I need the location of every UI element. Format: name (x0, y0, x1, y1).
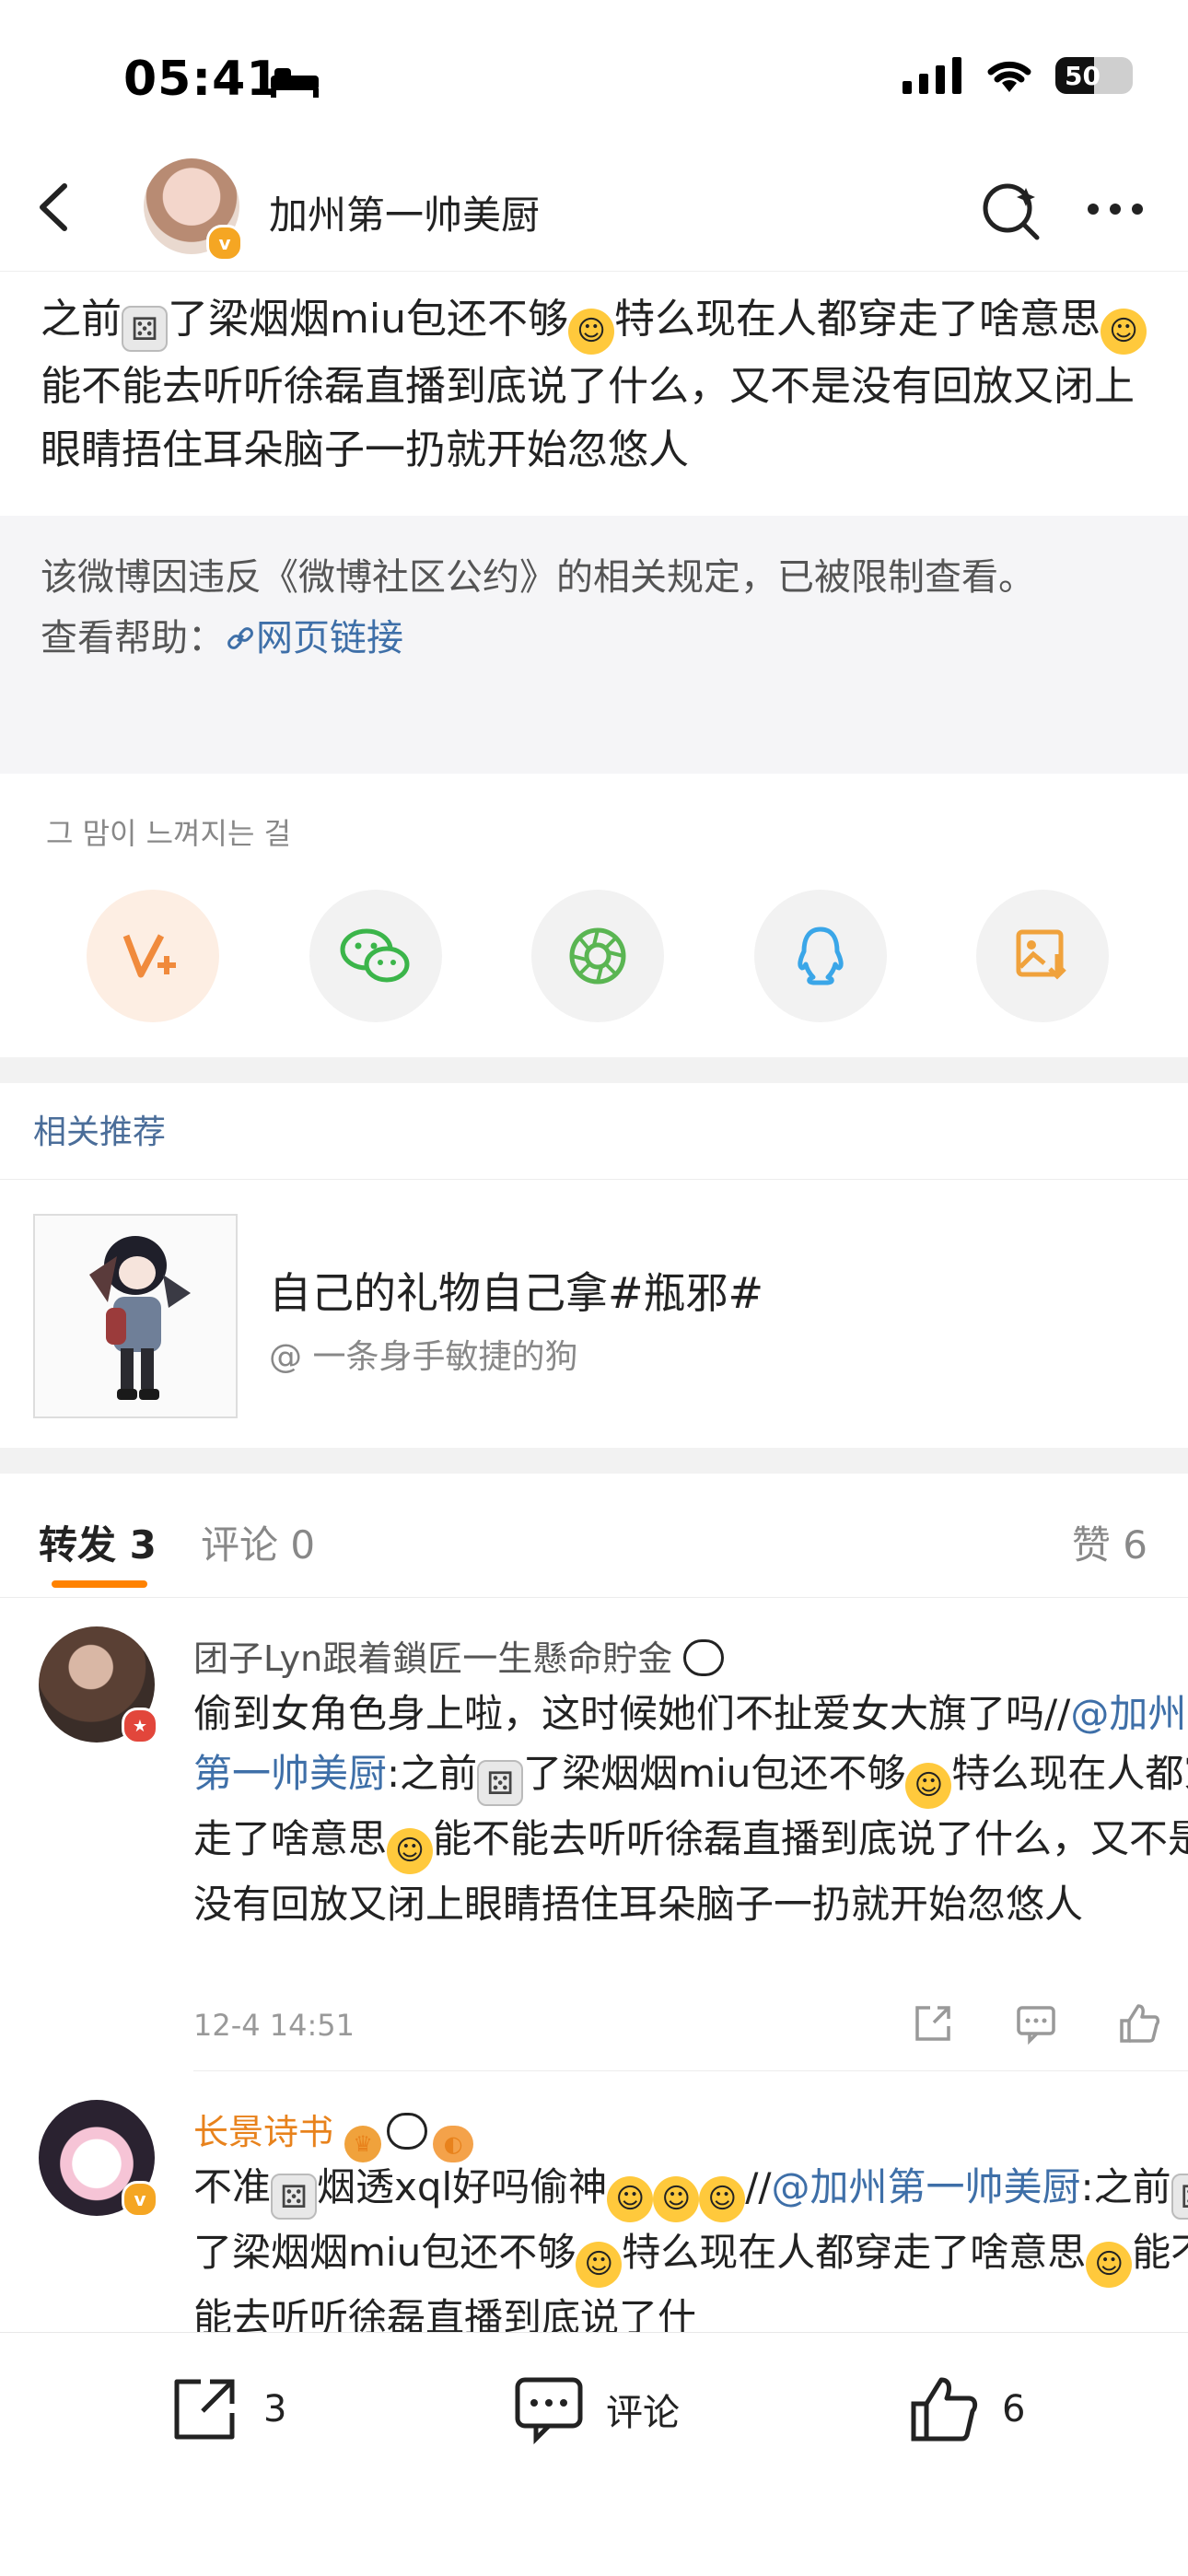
share-qq-button[interactable] (753, 890, 887, 1022)
user-name[interactable]: 团子Lyn跟着鎖匠一生懸命貯金 (193, 1630, 725, 1681)
verified-badge: v (206, 225, 243, 262)
dice-emoji-icon: ⚄ (122, 306, 168, 352)
sleepy-emoji-icon: ☺ (699, 2176, 746, 2222)
list-item: v 长景诗书 ♛◐ 不准⚄烟透xql好吗偷神☺☺☺//@加州第一帅美厨:之前⚄了… (0, 2072, 1188, 2332)
sleepy-emoji-icon: ☺ (576, 2242, 623, 2288)
share-wechat-button[interactable] (309, 890, 442, 1022)
tab-like[interactable]: 赞 6 (1072, 1514, 1147, 1570)
tab-repost[interactable]: 转发 3 (39, 1514, 157, 1570)
forward-icon[interactable] (912, 2002, 954, 2045)
wechat-icon (340, 928, 409, 983)
moments-icon (569, 927, 626, 985)
more-icon[interactable] (1085, 201, 1146, 221)
share-weibo-button[interactable] (87, 890, 219, 1022)
divider (0, 1597, 1188, 1598)
sleep-bed-icon (269, 66, 320, 101)
tab-comment[interactable]: 评论 0 (201, 1514, 315, 1570)
divider (0, 1179, 1188, 1180)
save-image-button[interactable] (976, 890, 1109, 1022)
post-text: 之前 ⚄ 了梁烟烟miu包还不够 ☺ 特么现在人都穿走了啥意思 ☺能不能去听听徐磊直播到底… (41, 287, 1155, 482)
sleepy-emoji-icon: ☺ (653, 2176, 700, 2222)
repost-actions (912, 2002, 1160, 2045)
list-item: ★ 团子Lyn跟着鎖匠一生懸命貯金 偷到女角色身上啦，这时候她们不扯爱女大旗了吗… (0, 1599, 1188, 2069)
dice-emoji-icon: ⚄ (271, 2174, 318, 2220)
recommend-title[interactable]: 自己的礼物自己拿#瓶邪# (269, 1260, 763, 1321)
share-buttons (87, 890, 1109, 1022)
forward-icon (174, 2379, 235, 2440)
cellular-signal-icon (903, 57, 961, 94)
user-name[interactable]: 长景诗书 ♛ ◐ (193, 2104, 474, 2162)
share-caption: 그 맘이 느껴지는 걸 (46, 816, 292, 851)
sleepy-emoji-icon: ☺ (905, 1763, 952, 1809)
badge-icon: ★ (122, 1708, 158, 1744)
verified-badge: v (122, 2181, 158, 2218)
bottom-comment-button[interactable]: 评论 (512, 2374, 680, 2444)
mention-link[interactable]: @加州第一帅美厨 (772, 2164, 1081, 2209)
weibo-v-plus-icon (122, 934, 176, 978)
battery-icon: 50 (1055, 57, 1133, 94)
sleepy-emoji-icon: ☺ (1100, 309, 1147, 355)
tab-active-indicator (52, 1580, 147, 1588)
save-image-icon (1016, 929, 1066, 980)
panda-emoji-icon (387, 2113, 428, 2150)
search-icon[interactable] (980, 181, 1042, 247)
repost-text: 不准⚄烟透xql好吗偷神☺☺☺//@加州第一帅美厨:之前⚄了梁烟烟miu包还不够… (193, 2157, 1188, 2332)
sleepy-emoji-icon: ☺ (1086, 2242, 1133, 2288)
anime-character-image (89, 1236, 191, 1400)
back-button[interactable] (26, 175, 81, 239)
qq-icon (797, 927, 844, 985)
share-moments-button[interactable] (531, 890, 664, 1022)
bottom-like-button[interactable]: 6 (908, 2374, 1025, 2444)
page-title[interactable]: 加州第一帅美厨 (269, 184, 540, 240)
status-icons: 50 (903, 57, 1133, 94)
repost-text: 偷到女角色身上啦，这时候她们不扯爱女大旗了吗//@加州第一帅美厨:之前 ⚄ 了梁烟烟… (193, 1691, 1188, 1927)
divider (0, 1057, 1188, 1083)
dice-emoji-icon: ⚄ (1171, 2174, 1188, 2220)
panda-emoji-icon (683, 1639, 725, 1676)
divider (193, 2070, 1188, 2071)
sleepy-emoji-icon: ☺ (607, 2176, 654, 2222)
recommend-thumbnail[interactable] (33, 1214, 238, 1418)
like-icon (911, 2377, 978, 2442)
comment-icon (515, 2377, 583, 2444)
divider (0, 1448, 1188, 1474)
bottom-repost-button[interactable]: 3 (169, 2374, 286, 2444)
link-icon (227, 627, 253, 649)
dice-emoji-icon: ⚄ (477, 1760, 524, 1806)
help-link[interactable]: 网页链接 (225, 617, 403, 659)
comment-icon[interactable] (1015, 2002, 1057, 2045)
restriction-text: 该微博因违反《微博社区公约》的相关规定，已被限制查看。 查看帮助： 网页链接 (41, 556, 1035, 659)
wifi-icon (987, 61, 1031, 92)
timestamp: 12-4 14:51 (193, 2008, 355, 2043)
bottom-action-bar (0, 2332, 1188, 2576)
sleepy-emoji-icon: ☺ (567, 309, 614, 355)
recommend-author[interactable]: @ 一条身手敏捷的狗 (269, 1330, 577, 1378)
status-time: 05:41 (123, 52, 281, 107)
recommend-section-title: 相关推荐 (33, 1113, 167, 1151)
like-icon[interactable] (1118, 2002, 1160, 2045)
sleepy-emoji-icon: ☺ (387, 1828, 434, 1874)
